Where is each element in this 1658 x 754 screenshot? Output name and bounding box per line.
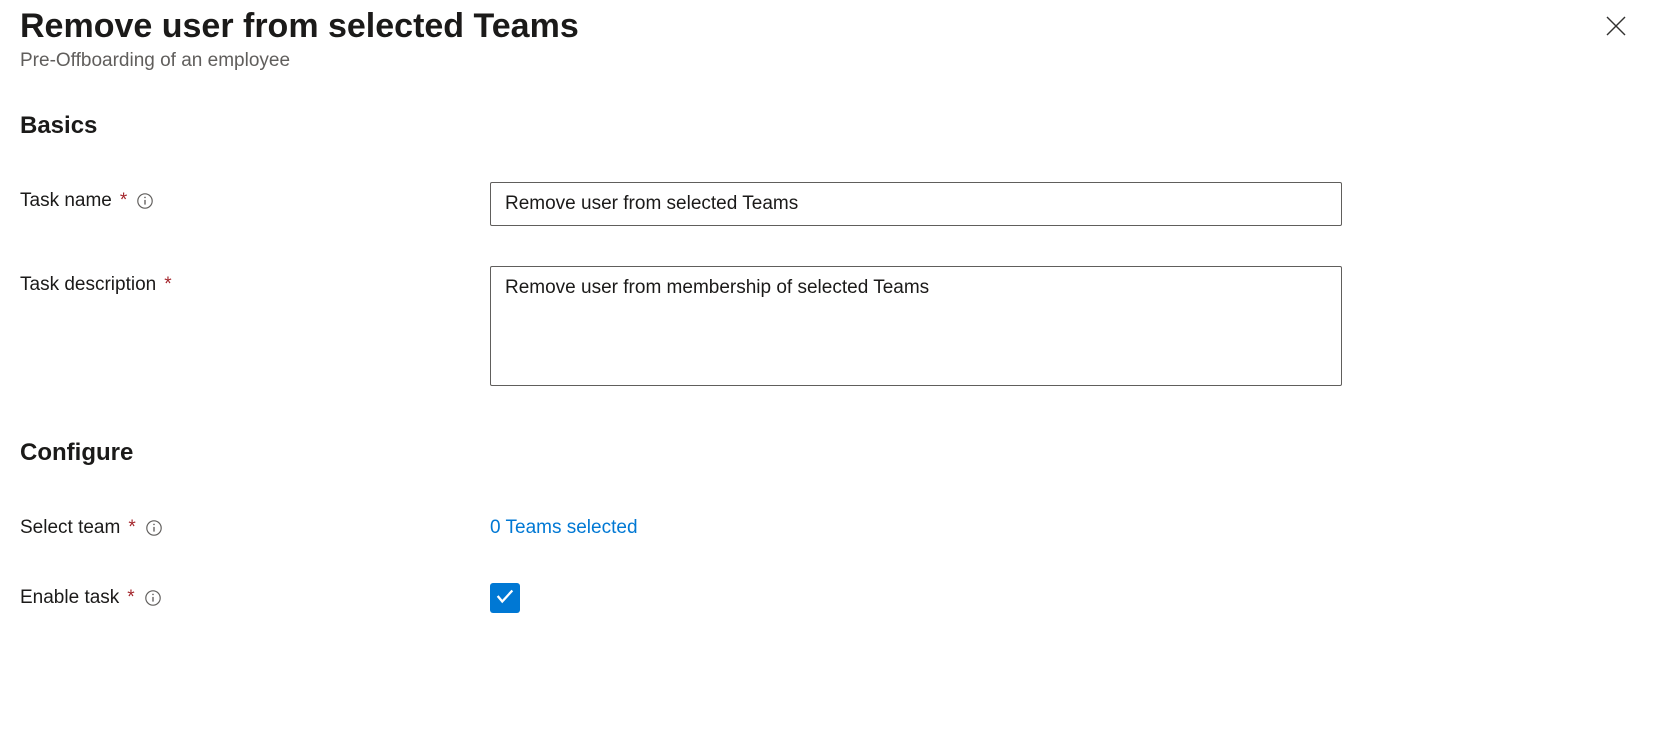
teams-selected-link[interactable]: 0 Teams selected <box>490 509 638 539</box>
task-description-label-col: Task description * <box>20 266 490 296</box>
enable-task-row: Enable task * <box>20 579 1638 613</box>
info-icon[interactable] <box>135 191 155 211</box>
close-icon <box>1604 14 1628 41</box>
required-indicator: * <box>128 517 135 539</box>
task-configuration-panel: Remove user from selected Teams Pre-Offb… <box>0 0 1658 673</box>
task-description-control <box>490 266 1342 391</box>
enable-task-checkbox[interactable] <box>490 583 520 613</box>
task-name-control <box>490 182 1342 226</box>
enable-task-label: Enable task <box>20 587 119 609</box>
info-icon[interactable] <box>144 518 164 538</box>
panel-title: Remove user from selected Teams <box>20 4 1600 48</box>
close-button[interactable] <box>1600 10 1632 45</box>
select-team-label: Select team <box>20 517 120 539</box>
task-name-row: Task name * <box>20 182 1638 226</box>
enable-task-control <box>490 579 1342 613</box>
required-indicator: * <box>120 190 127 212</box>
select-team-control: 0 Teams selected <box>490 509 1342 539</box>
basics-section-heading: Basics <box>20 112 1638 140</box>
panel-header: Remove user from selected Teams Pre-Offb… <box>20 4 1638 72</box>
select-team-row: Select team * 0 Teams selected <box>20 509 1638 539</box>
task-name-label: Task name <box>20 190 112 212</box>
task-name-label-col: Task name * <box>20 182 490 212</box>
configure-section-heading: Configure <box>20 439 1638 467</box>
info-icon[interactable] <box>143 588 163 608</box>
task-description-row: Task description * <box>20 266 1638 391</box>
task-description-input[interactable] <box>490 266 1342 386</box>
checkmark-icon <box>494 585 516 612</box>
task-name-input[interactable] <box>490 182 1342 226</box>
select-team-label-col: Select team * <box>20 509 490 539</box>
required-indicator: * <box>164 274 171 296</box>
enable-task-label-col: Enable task * <box>20 579 490 609</box>
header-text-block: Remove user from selected Teams Pre-Offb… <box>20 4 1600 72</box>
panel-subtitle: Pre-Offboarding of an employee <box>20 50 1600 72</box>
required-indicator: * <box>127 587 134 609</box>
task-description-label: Task description <box>20 274 156 296</box>
